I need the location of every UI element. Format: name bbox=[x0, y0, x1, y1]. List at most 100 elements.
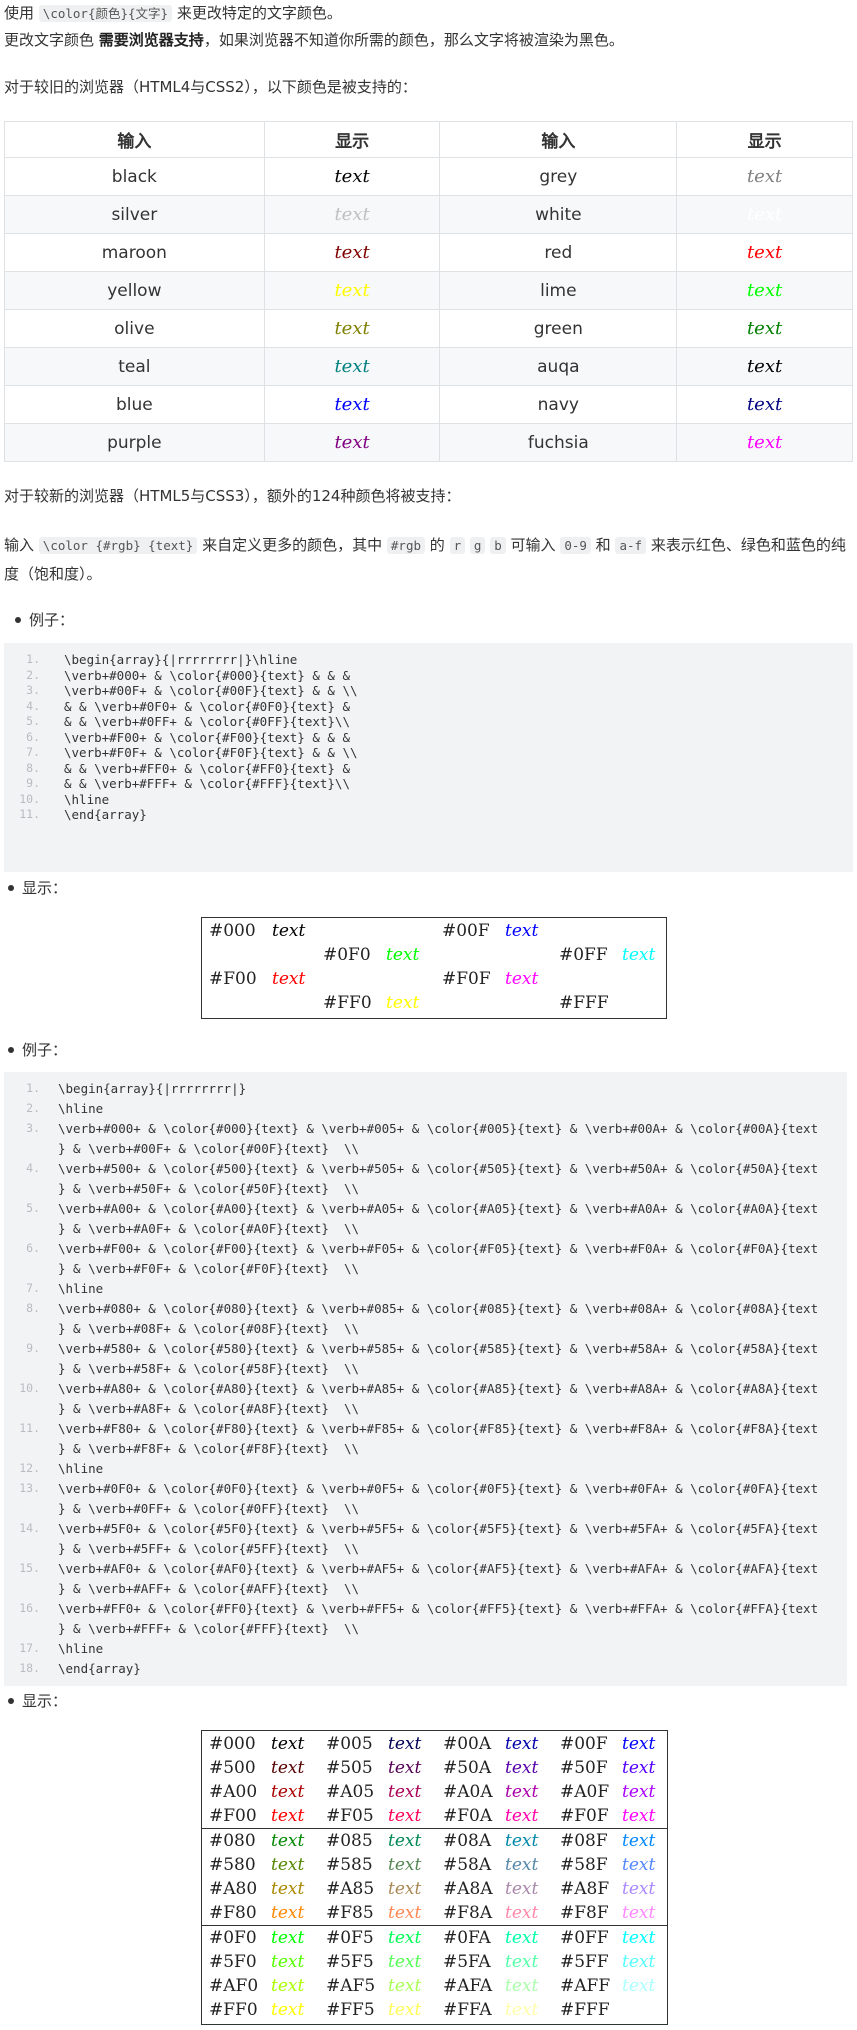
array-color-code: #AFF bbox=[560, 1976, 611, 1996]
color-sample-cell: text bbox=[263, 309, 441, 348]
array-color-text: text bbox=[622, 945, 656, 965]
array-color-code: #58A bbox=[443, 1855, 492, 1875]
array-color-text: text bbox=[386, 993, 420, 1013]
color-name-cell: green bbox=[439, 309, 678, 348]
array-color-code: #AF0 bbox=[209, 1976, 259, 1996]
array-color-text: text bbox=[505, 1903, 539, 1923]
code-text: \verb+#F00+ & \color{#F00}{text} & \verb… bbox=[58, 1241, 819, 1256]
code-text: } & \verb+#F8F+ & \color{#F8F}{text} \\ bbox=[58, 1441, 360, 1456]
line-number: 11. bbox=[19, 1421, 40, 1435]
color-sample-text: text bbox=[746, 166, 783, 187]
line-number: 6. bbox=[26, 1241, 40, 1255]
array-color-text: text bbox=[622, 1806, 656, 1826]
array-color-text: text bbox=[622, 1903, 656, 1923]
color-name-cell: navy bbox=[439, 385, 678, 424]
array-color-text: text bbox=[505, 1782, 539, 1802]
color-table-row: olive text green text bbox=[4, 309, 853, 348]
color-sample-text: text bbox=[334, 432, 370, 453]
array-color-text: text bbox=[388, 1806, 422, 1826]
code-text: \verb+#5F0+ & \color{#5F0}{text} & \verb… bbox=[58, 1521, 819, 1536]
array-color-text: text bbox=[622, 1831, 656, 1851]
code-block-2: 1. \begin{array}{|rrrrrrrr|} 2. \hline 3. \ve… bbox=[4, 1072, 847, 1686]
color-sample-text: text bbox=[334, 204, 370, 225]
array-color-text: text bbox=[622, 993, 656, 1013]
line-number: 6. bbox=[26, 729, 40, 744]
array-color-code: #A8F bbox=[560, 1879, 610, 1899]
array-color-code: #F85 bbox=[326, 1903, 374, 1923]
array-color-text: text bbox=[271, 1928, 305, 1948]
array-color-code: #08A bbox=[443, 1831, 492, 1851]
code-text: \verb+#F00+ & \color{#F00}{text} & & & bbox=[64, 729, 350, 745]
code-text: & & \verb+#0FF+ & \color{#0FF}{text}\\ bbox=[64, 714, 350, 729]
r-code: r bbox=[449, 537, 466, 554]
array-color-code: #000 bbox=[209, 1734, 256, 1754]
browser-support-bold: 需要浏览器支持 bbox=[98, 31, 204, 49]
code-text: \hline bbox=[58, 1101, 104, 1116]
line-number: 5. bbox=[26, 1201, 40, 1215]
bullet-display-2: 显示： bbox=[7, 1692, 68, 1710]
array-color-code: #0F5 bbox=[326, 1928, 374, 1948]
color-sample-text: text bbox=[746, 356, 783, 377]
array-color-text: text bbox=[388, 1734, 422, 1754]
color-sample-cell: text bbox=[263, 233, 441, 272]
array-color-text: text bbox=[622, 1879, 656, 1899]
array-color-text: text bbox=[271, 1758, 305, 1778]
array-color-code: #FF0 bbox=[323, 993, 372, 1013]
color-sample-cell: text bbox=[676, 271, 853, 310]
array-color-text: text bbox=[388, 1976, 422, 1996]
array-color-code: #58F bbox=[560, 1855, 608, 1875]
array-color-code: #0FF bbox=[560, 1928, 609, 1948]
array-color-code: #A85 bbox=[326, 1879, 375, 1899]
color-name-cell: purple bbox=[4, 423, 265, 462]
color-name-cell: lime bbox=[439, 271, 678, 310]
color-name-cell: auqa bbox=[439, 347, 678, 386]
array-color-text: text bbox=[388, 1758, 422, 1778]
array-color-text: text bbox=[505, 1879, 539, 1899]
array-color-text: text bbox=[505, 1806, 539, 1826]
array-color-code: #5F0 bbox=[209, 1952, 257, 1972]
array-color-code: #50A bbox=[443, 1758, 492, 1778]
color-name-cell: yellow bbox=[4, 271, 265, 310]
color-sample-text: text bbox=[334, 280, 370, 301]
line-number: 11. bbox=[19, 807, 40, 821]
intro-line-2-pre: 更改文字颜色 bbox=[4, 31, 95, 49]
array-color-code: #A00 bbox=[209, 1782, 258, 1802]
digits-code: 0-9 bbox=[560, 537, 591, 554]
array-color-code: #F0F bbox=[442, 969, 491, 989]
color-name-cell: grey bbox=[439, 157, 678, 196]
color-name-cell: olive bbox=[4, 309, 265, 348]
array-color-code: #A80 bbox=[209, 1879, 258, 1899]
color-table-row: teal text auqa text bbox=[4, 347, 853, 386]
color-sample-cell: text bbox=[676, 347, 853, 386]
array-color-code: #5F5 bbox=[326, 1952, 374, 1972]
array-color-text: text bbox=[386, 945, 420, 965]
array-color-text: text bbox=[622, 1952, 656, 1972]
array-color-code: #085 bbox=[326, 1831, 373, 1851]
array-color-code: #FFF bbox=[559, 993, 609, 1013]
array-color-code: #0F0 bbox=[209, 1928, 257, 1948]
header-input-1: 输入 bbox=[4, 121, 265, 158]
array-color-text: text bbox=[622, 2000, 656, 2020]
array-color-code: #A05 bbox=[326, 1782, 375, 1802]
array-color-text: text bbox=[271, 1831, 305, 1851]
color-sample-text: text bbox=[746, 318, 783, 339]
code-text: } & \verb+#50F+ & \color{#50F}{text} \\ bbox=[58, 1181, 360, 1196]
array-color-code: #00F bbox=[442, 921, 490, 941]
color-name-cell: red bbox=[439, 233, 678, 272]
array-color-code: #F05 bbox=[326, 1806, 374, 1826]
color-sample-text: text bbox=[746, 204, 783, 225]
array-color-text: text bbox=[622, 1782, 656, 1802]
color-sample-text: text bbox=[334, 356, 370, 377]
color-sample-cell: text bbox=[676, 423, 853, 462]
array-color-text: text bbox=[271, 1734, 305, 1754]
color-sample-cell: text bbox=[676, 157, 853, 196]
array-color-code: #AFA bbox=[443, 1976, 493, 1996]
array-color-text: text bbox=[271, 1952, 305, 1972]
array-color-text: text bbox=[505, 1952, 539, 1972]
array-color-code: #F80 bbox=[209, 1903, 257, 1923]
code-text: \verb+#00F+ & \color{#00F}{text} & & \\ bbox=[64, 683, 358, 698]
array-color-text: text bbox=[271, 1855, 305, 1875]
rgb-command-code: \color {#rgb} {text} bbox=[38, 537, 198, 554]
line-number: 3. bbox=[26, 1121, 40, 1135]
newer-line-2-pre: 输入 bbox=[4, 536, 35, 554]
